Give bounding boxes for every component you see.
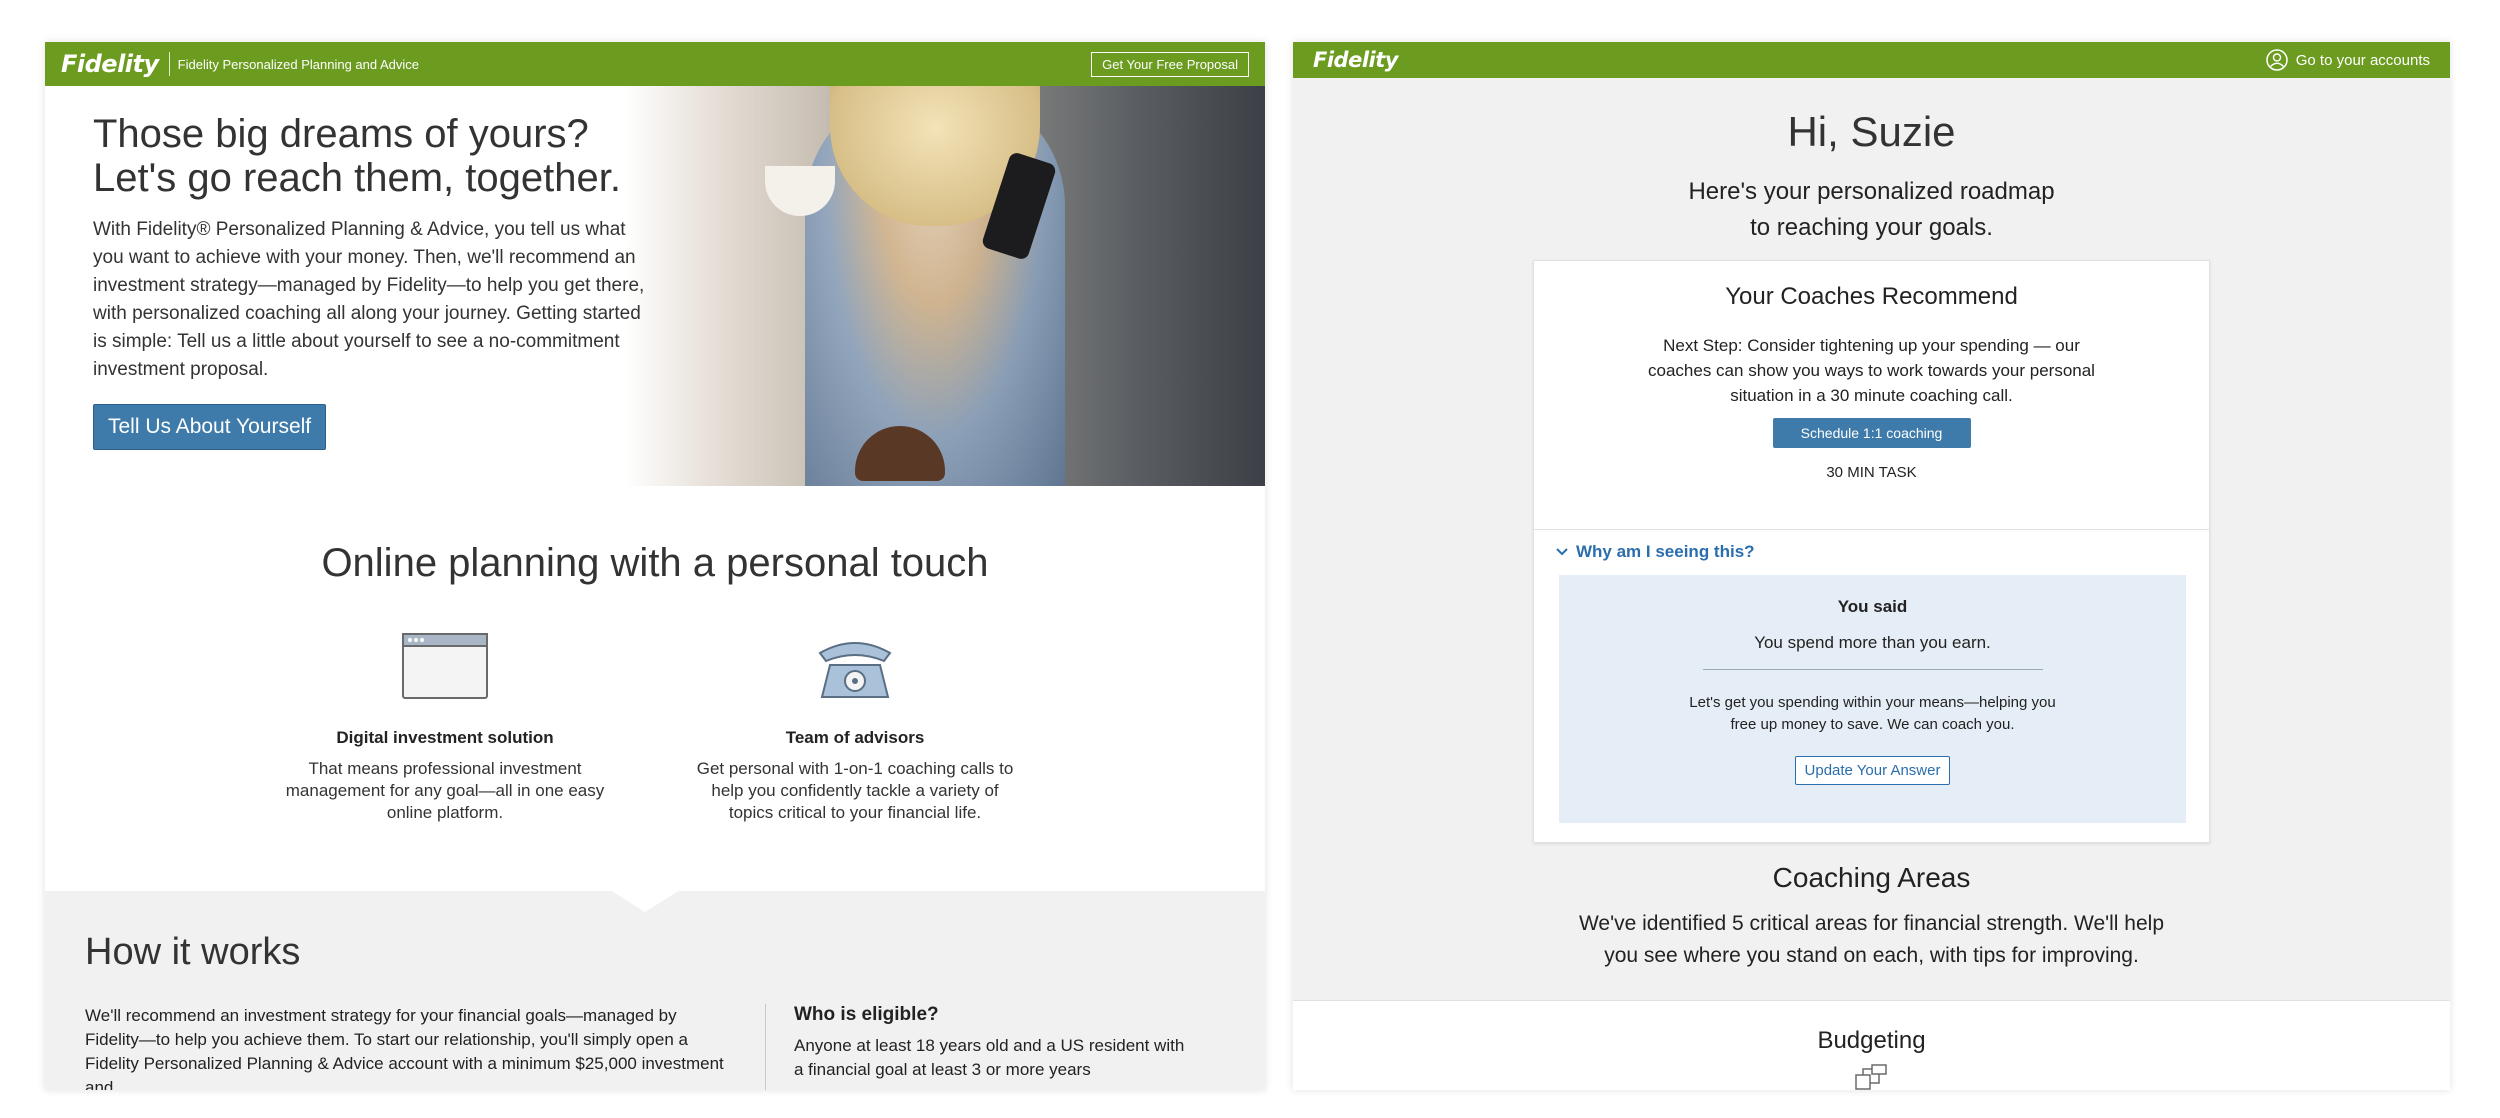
why-label: Why am I seeing this?: [1576, 542, 1755, 561]
user-circle-icon: [2266, 49, 2288, 71]
why-am-i-seeing-this-toggle[interactable]: Why am I seeing this?: [1534, 529, 2209, 562]
how-it-works-columns: We'll recommend an investment strategy f…: [85, 1004, 1225, 1090]
feature-team-of-advisors: Team of advisors Get personal with 1-on-…: [690, 631, 1020, 824]
roadmap-line2: to reaching your goals.: [1750, 214, 1993, 241]
how-it-works-body: We'll recommend an investment strategy f…: [85, 1006, 724, 1090]
chevron-down-icon: [1556, 548, 1568, 556]
roadmap-subtitle: Here's your personalized roadmap to reac…: [1293, 174, 2450, 246]
coaches-recommend-card: Your Coaches Recommend Next Step: Consid…: [1533, 260, 2210, 843]
browser-window-icon: [402, 633, 488, 699]
panel-divider: [1702, 669, 2043, 670]
feature-description: That means professional investment manag…: [285, 759, 605, 822]
greeting: Hi, Suzie: [1787, 108, 1956, 155]
personalized-roadmap-page: Fidelity Go to your accounts Hi, Suzie H…: [1293, 42, 2450, 1090]
you-said-panel: You said You spend more than you earn. L…: [1559, 575, 2186, 823]
eligibility-block: Who is eligible? Anyone at least 18 year…: [766, 1004, 1186, 1090]
tell-us-about-yourself-button[interactable]: Tell Us About Yourself: [93, 404, 327, 450]
fidelity-logo[interactable]: Fidelity: [61, 50, 159, 78]
fidelity-logo[interactable]: Fidelity: [1313, 48, 1398, 72]
section-notch: [610, 890, 680, 912]
hero-section: Those big dreams of yours? Let's go reac…: [45, 86, 1265, 486]
coaching-area-title: Budgeting: [1817, 1027, 1926, 1054]
you-said-title: You said: [1837, 597, 1908, 616]
hero-title-line1: Those big dreams of yours?: [93, 112, 589, 156]
you-said-answer: You spend more than you earn.: [1754, 633, 1991, 652]
eligibility-body: Anyone at least 18 years old and a US re…: [794, 1036, 1185, 1079]
how-it-works-title: How it works: [85, 931, 301, 973]
next-step-text: Next Step: Consider tightening up your s…: [1648, 336, 2095, 405]
coaching-areas-body: We've identified 5 critical areas for fi…: [1578, 912, 2165, 967]
free-proposal-button[interactable]: Get Your Free Proposal: [1091, 51, 1249, 77]
budgeting-icon: [1854, 1064, 1887, 1090]
hero-title-line2: Let's go reach them, together.: [93, 156, 621, 200]
eligibility-title: Who is eligible?: [794, 1004, 939, 1025]
header-divider: [168, 52, 170, 76]
how-it-works-section: How it works We'll recommend an investme…: [45, 890, 1265, 1090]
hero-photo: [625, 86, 1265, 486]
top-bar: Fidelity Go to your accounts: [1293, 42, 2450, 78]
feature-description: Get personal with 1-on-1 coaching calls …: [696, 759, 1014, 822]
roadmap-line1: Here's your personalized roadmap: [1688, 178, 2055, 205]
update-answer-button[interactable]: Update Your Answer: [1794, 756, 1951, 785]
top-bar: Fidelity Fidelity Personalized Planning …: [45, 42, 1265, 86]
online-planning-section: Online planning with a personal touch Di…: [45, 486, 1265, 891]
feature-title: Team of advisors: [785, 728, 925, 747]
feature-title: Digital investment solution: [336, 728, 554, 747]
header-subtitle: Fidelity Personalized Planning and Advic…: [177, 56, 420, 72]
telephone-icon: [818, 642, 892, 698]
go-to-accounts-label: Go to your accounts: [2295, 51, 2430, 69]
coaching-area-budgeting[interactable]: Budgeting: [1293, 1000, 2450, 1090]
planning-landing-page: Fidelity Fidelity Personalized Planning …: [45, 42, 1265, 1090]
advice-text: Let's get you spending within your means…: [1689, 694, 2056, 733]
hero-text: Those big dreams of yours? Let's go reac…: [93, 112, 653, 450]
feature-digital-investment: Digital investment solution That means p…: [280, 631, 610, 824]
feature-list: Digital investment solution That means p…: [45, 631, 1265, 824]
coaching-areas-title: Coaching Areas: [1772, 862, 1971, 893]
hero-title: Those big dreams of yours? Let's go reac…: [93, 112, 653, 200]
schedule-coaching-button[interactable]: Schedule 1:1 coaching: [1772, 418, 1971, 448]
go-to-accounts-link[interactable]: Go to your accounts: [2266, 49, 2430, 71]
section-title: Online planning with a personal touch: [321, 541, 989, 585]
task-duration-label: 30 MIN TASK: [1826, 464, 1917, 481]
hero-body: With Fidelity® Personalized Planning & A…: [93, 219, 645, 380]
card-title: Your Coaches Recommend: [1725, 283, 2018, 310]
